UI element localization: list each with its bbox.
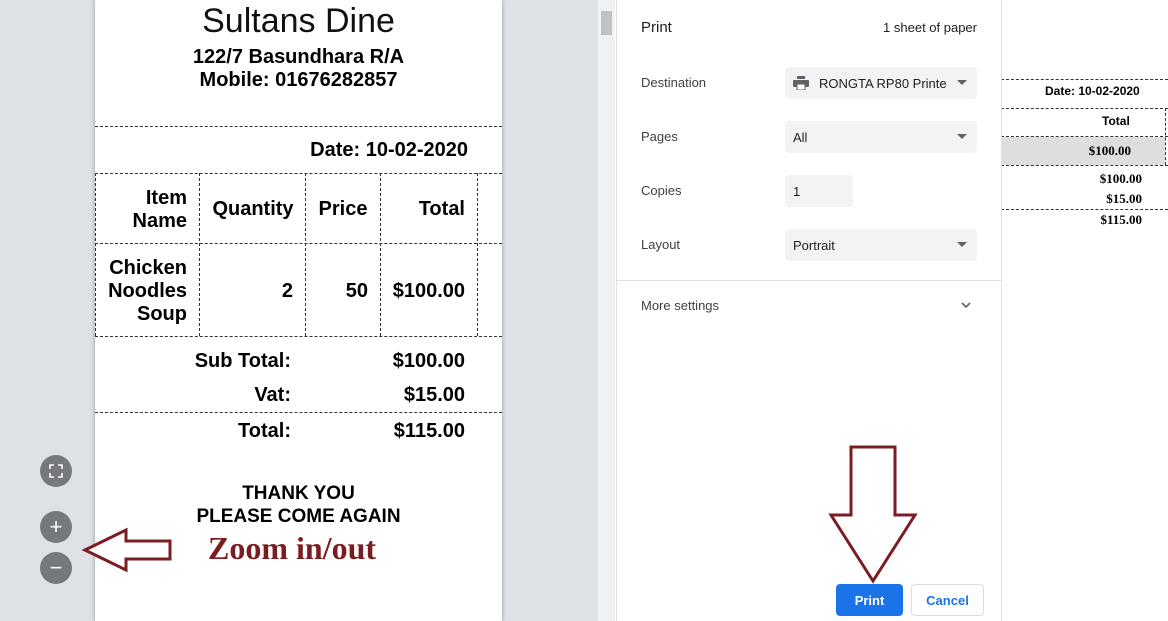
bg-divider [1001,165,1168,166]
fit-to-page-button[interactable] [40,455,72,487]
divider [95,126,502,127]
zoom-in-icon: + [49,514,63,539]
vat-value: $15.00 [403,384,465,406]
header-item: Item Name [95,187,187,233]
layout-value: Portrait [793,237,835,253]
receipt-date: Date: 10-02-2020 [310,139,468,161]
chevron-down-icon [957,80,967,85]
pages-label: Pages [641,129,678,144]
restaurant-mobile: Mobile: 01676282857 [199,69,398,91]
header-quantity: Quantity [212,198,294,220]
table-col-border [305,173,306,336]
item-name-line: Chicken [109,257,187,279]
bg-total: $115.00 [1100,212,1142,227]
annotation-zoom-text: Zoom in/out [208,530,377,566]
annotation-left-arrow-icon [82,527,172,573]
subtotal-label: Sub Total: [194,350,291,372]
bg-row-total: $100.00 [1088,143,1131,158]
item-name-line: Soup [137,303,187,325]
layout-select[interactable]: Portrait [785,229,977,261]
destination-value: RONGTA RP80 Printer [819,75,947,91]
cancel-button[interactable]: Cancel [911,584,984,616]
restaurant-name: Sultans Dine [202,2,395,40]
bg-divider [1001,108,1168,109]
bg-subtotal: $100.00 [1099,171,1142,186]
vat-label: Vat: [254,384,291,406]
print-preview-area[interactable]: Sultans Dine 122/7 Basundhara R/A Mobile… [0,0,598,621]
copies-label: Copies [641,183,682,198]
header-item-line: Item [145,187,187,209]
bg-divider [1001,209,1168,210]
chevron-down-icon [957,134,967,139]
bg-date: Date: 10-02-2020 [1045,84,1140,98]
restaurant-address: 122/7 Basundhara R/A [192,46,405,68]
item-price: 50 [345,280,368,302]
copies-input[interactable]: 1 [785,175,853,207]
table-col-border [477,173,478,336]
fit-to-page-icon [49,464,63,478]
header-total: Total [418,198,465,220]
subtotal-value: $100.00 [392,350,465,372]
item-total: $100.00 [392,280,465,302]
header-price: Price [318,198,368,220]
expand-chevron-icon[interactable] [959,298,973,312]
bg-divider [1001,79,1168,80]
bg-vat: $15.00 [1106,191,1142,206]
settings-divider [617,280,1001,281]
item-quantity: 2 [281,280,293,302]
item-name: Chicken Noodles Soup [95,257,187,326]
pages-select[interactable]: All [785,121,977,153]
chevron-down-icon [957,242,967,247]
zoom-in-button[interactable]: + [40,511,72,543]
pages-value: All [793,129,808,145]
printer-icon [793,76,809,90]
divider [95,412,502,413]
header-item-line: Name [132,210,187,232]
table-top-border [95,173,502,174]
total-label: Total: [238,420,291,442]
bg-total-header: Total [1102,114,1130,128]
more-settings-toggle[interactable]: More settings [641,298,719,313]
print-settings-panel: Print 1 sheet of paper Destination RONGT… [616,0,1002,621]
table-bottom-border [95,336,502,337]
item-name-line: Noodles [108,280,187,302]
total-value: $115.00 [393,420,465,442]
thanks-line-2: PLEASE COME AGAIN [196,506,401,527]
destination-select[interactable]: RONGTA RP80 Printer [785,67,977,99]
zoom-out-icon: − [49,555,63,580]
zoom-out-button[interactable]: − [40,552,72,584]
print-dialog-title: Print [641,19,672,36]
print-button[interactable]: Print [836,584,903,616]
annotation-down-arrow-icon [828,445,918,584]
table-col-border [199,173,200,336]
thanks-line-1: THANK YOU [242,483,355,504]
destination-label: Destination [641,75,707,90]
scrollbar-thumb[interactable] [601,11,612,35]
sheet-count: 1 sheet of paper [883,20,977,35]
copies-value: 1 [793,183,801,199]
table-header-border [95,243,502,244]
preview-scrollbar[interactable] [598,0,615,621]
layout-label: Layout [641,237,681,252]
